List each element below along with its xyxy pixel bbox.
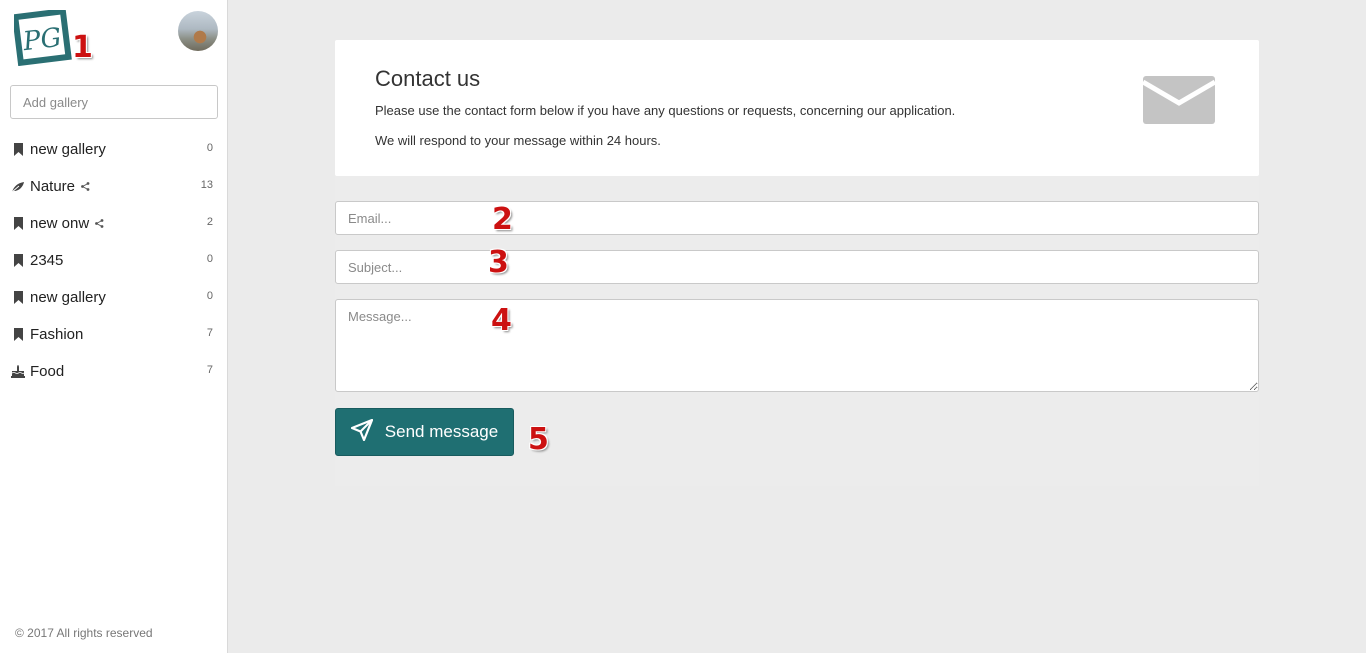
gallery-label: Nature [30, 178, 76, 195]
contact-note: We will respond to your message within 2… [375, 133, 661, 148]
bookmark-icon [11, 254, 25, 268]
annotation-5: 5 [528, 422, 549, 457]
gallery-label: Fashion [30, 326, 84, 343]
contact-card: Contact us Please use the contact form b… [335, 40, 1259, 176]
send-label: Send message [384, 422, 499, 441]
annotation-3: 3 [488, 245, 509, 280]
bookmark-icon [11, 217, 25, 231]
gallery-label: new gallery [30, 289, 106, 306]
annotation-2: 2 [492, 202, 513, 237]
svg-text:PG: PG [20, 23, 63, 58]
gallery-item[interactable]: new gallery 0 [0, 279, 228, 316]
bookmark-icon [11, 291, 25, 305]
bookmark-icon [11, 143, 25, 157]
annotation-4: 4 [491, 303, 512, 338]
gallery-item[interactable]: Nature 13 [0, 168, 228, 205]
gallery-label: new gallery [30, 141, 106, 158]
page-title: Contact us [375, 66, 481, 91]
send-message-button[interactable]: Send message [335, 408, 514, 456]
share-icon[interactable] [81, 178, 90, 196]
gallery-count: 7 [206, 327, 213, 339]
gallery-count: 7 [206, 364, 213, 376]
gallery-count: 13 [200, 179, 213, 191]
contact-form: Send message [335, 176, 1259, 486]
gallery-count: 0 [206, 253, 213, 265]
send-icon [350, 418, 373, 446]
bookmark-icon [11, 328, 25, 342]
gallery-label: new onw [30, 215, 90, 232]
subject-field[interactable] [335, 250, 1259, 284]
copyright: © 2017 All rights reserved [15, 626, 153, 640]
gallery-label: 2345 [30, 252, 64, 269]
gallery-count: 0 [206, 290, 213, 302]
gallery-item[interactable]: new onw 2 [0, 205, 228, 242]
gallery-item[interactable]: Fashion 7 [0, 316, 228, 353]
share-icon[interactable] [95, 215, 104, 233]
cake-icon [11, 365, 25, 379]
gallery-list: new gallery 0 Nature 13 new onw 2 2345 0… [0, 131, 228, 390]
contact-description: Please use the contact form below if you… [375, 103, 956, 118]
avatar[interactable] [178, 11, 218, 51]
add-gallery-input[interactable] [10, 85, 218, 119]
gallery-label: Food [30, 363, 65, 380]
leaf-icon [11, 180, 25, 194]
gallery-count: 2 [206, 216, 213, 228]
annotation-1: 1 [72, 30, 93, 65]
gallery-item[interactable]: Food 7 [0, 353, 228, 390]
gallery-item[interactable]: 2345 0 [0, 242, 228, 279]
sidebar: PG 1 new gallery 0 Nature 13 new onw 2 2… [0, 0, 228, 653]
message-field[interactable] [335, 299, 1259, 392]
email-field[interactable] [335, 201, 1259, 235]
gallery-count: 0 [206, 142, 213, 154]
app-logo[interactable]: PG [11, 7, 74, 67]
gallery-item[interactable]: new gallery 0 [0, 131, 228, 168]
envelope-icon [1141, 76, 1217, 124]
